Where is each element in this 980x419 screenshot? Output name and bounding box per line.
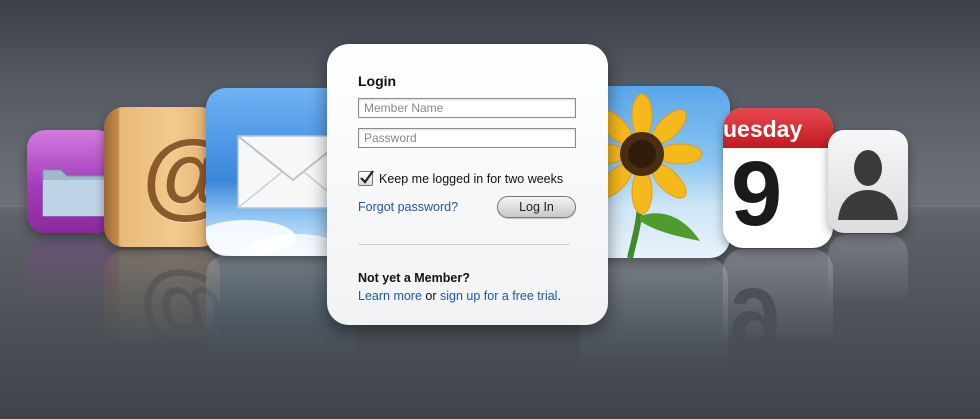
calendar-day: 9 [731,143,783,245]
member-name-input[interactable] [358,98,576,118]
checkmark-icon [360,170,374,184]
calendar-app-reflection: 9 [723,249,833,384]
signup-link[interactable]: sign up for a free trial [440,289,557,303]
calendar-weekday: uesday [723,116,803,142]
contacts-app[interactable]: @ [104,107,220,247]
folder-icon [42,169,108,217]
keep-logged-in-checkbox[interactable] [358,170,374,186]
person-silhouette-icon [838,150,898,220]
login-title: Login [358,73,397,89]
learn-more-link[interactable]: Learn more [358,289,422,303]
login-panel: Login Keep me logged in for two weeks Fo… [327,44,608,325]
not-member-heading: Not yet a Member? [358,271,470,285]
folder-app[interactable] [27,130,115,233]
keep-logged-in-label: Keep me logged in for two weeks [379,171,564,186]
profile-app-reflection [828,234,908,334]
password-input[interactable] [358,128,576,148]
divider [358,244,570,245]
keep-logged-in-row[interactable]: Keep me logged in for two weeks [358,170,564,186]
contacts-app-reflection: @ [104,250,220,385]
forgot-password-link[interactable]: Forgot password? [358,200,458,214]
period-text: . [557,289,561,303]
signup-footer: Learn more or sign up for a free trial. [358,289,561,303]
profile-app[interactable] [828,130,908,233]
calendar-app[interactable]: uesday 9 [723,108,833,248]
login-button[interactable]: Log In [497,196,576,218]
or-text: or [425,289,437,303]
folder-app-reflection [27,240,115,338]
